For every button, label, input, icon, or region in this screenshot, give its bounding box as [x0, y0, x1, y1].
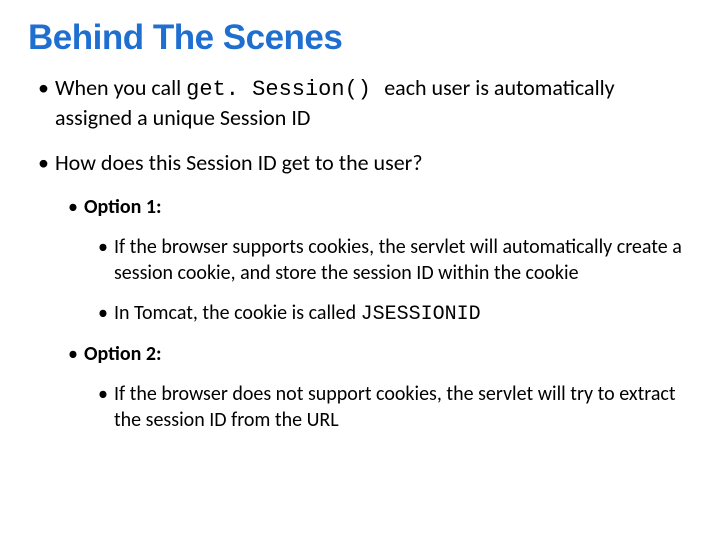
bullet-marker: •	[98, 381, 108, 433]
bullet-marker: •	[68, 342, 78, 367]
bullet-level-2: • Option 1:	[68, 195, 692, 220]
bullet-marker: •	[98, 300, 108, 328]
bullet-text: When you call get. Session() each user i…	[55, 74, 692, 131]
slide-title: Behind The Scenes	[28, 18, 692, 58]
bullet-text: If the browser does not support cookies,…	[114, 381, 682, 433]
bullet-text: In Tomcat, the cookie is called JSESSION…	[114, 300, 682, 328]
bullet-marker: •	[98, 234, 108, 286]
option-label: Option 1:	[84, 195, 692, 220]
bullet-level-1: • How does this Session ID get to the us…	[38, 149, 692, 177]
inline-code: get. Session()	[186, 77, 384, 102]
bullet-level-3: • In Tomcat, the cookie is called JSESSI…	[98, 300, 692, 328]
bullet-level-3: • If the browser supports cookies, the s…	[98, 234, 692, 286]
bullet-marker: •	[38, 149, 49, 177]
option-label: Option 2:	[84, 342, 692, 367]
text-pre: When you call	[55, 74, 186, 101]
bullet-level-3: • If the browser does not support cookie…	[98, 381, 692, 433]
text-pre: In Tomcat, the cookie is called	[114, 301, 361, 325]
bullet-text: How does this Session ID get to the user…	[55, 149, 692, 177]
bullet-marker: •	[68, 195, 78, 220]
inline-code: JSESSIONID	[361, 303, 481, 326]
bullet-level-1: • When you call get. Session() each user…	[38, 74, 692, 131]
bullet-level-2: • Option 2:	[68, 342, 692, 367]
bullet-text: If the browser supports cookies, the ser…	[114, 234, 682, 286]
bullet-marker: •	[38, 74, 49, 131]
